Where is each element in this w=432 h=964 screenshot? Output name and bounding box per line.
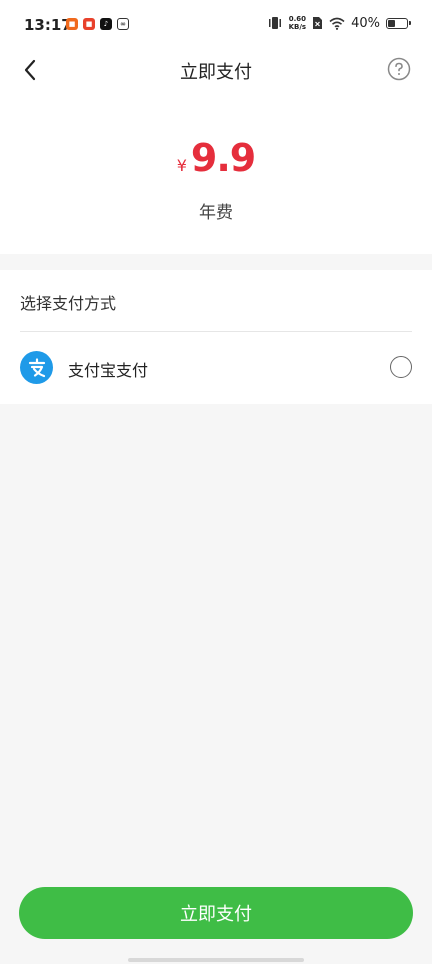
no-sim-icon: [313, 17, 323, 29]
link-icon: ∞: [117, 18, 129, 30]
payment-method-alipay[interactable]: 支付宝支付: [0, 332, 432, 404]
price-amount: 9.9: [190, 136, 256, 180]
question-circle-icon: [387, 57, 411, 81]
battery-percent: 40%: [351, 15, 380, 31]
currency-symbol: ¥: [176, 156, 187, 175]
status-app-icons: ■ ■ ♪ ∞: [66, 18, 129, 30]
net-speed-value: 0.60: [288, 15, 306, 23]
payment-method-label: 支付宝支付: [68, 361, 149, 380]
price-caption: 年费: [199, 203, 233, 223]
payment-method-section: 选择支付方式 支付宝支付: [0, 270, 432, 404]
price-display: ¥ 9.9: [0, 136, 432, 180]
status-right: 0.60 KB/s 40%: [267, 15, 411, 31]
help-button[interactable]: [386, 56, 412, 82]
app-notification-icon: ■: [83, 18, 95, 30]
net-speed: 0.60 KB/s: [289, 15, 306, 31]
tiktok-icon: ♪: [100, 18, 112, 30]
price-card: ¥ 9.9 年费: [0, 90, 432, 254]
status-bar: 13:17 ■ ■ ♪ ∞ 0.60 KB/s 40%: [0, 0, 432, 50]
section-title: 选择支付方式: [20, 294, 117, 313]
net-speed-unit: KB/s: [288, 23, 307, 31]
payment-method-radio[interactable]: [390, 356, 412, 378]
app-notification-icon: ■: [66, 18, 78, 30]
home-indicator: [128, 958, 304, 962]
vibrate-icon: [268, 17, 281, 29]
nav-bar: 立即支付: [0, 50, 432, 90]
status-time: 13:17: [24, 16, 72, 34]
pay-now-button[interactable]: 立即支付: [19, 887, 413, 939]
page-title: 立即支付: [180, 62, 252, 83]
battery-icon: [386, 17, 411, 29]
alipay-icon: [20, 351, 53, 384]
battery-fill: [388, 19, 395, 27]
wifi-icon: [329, 17, 345, 30]
